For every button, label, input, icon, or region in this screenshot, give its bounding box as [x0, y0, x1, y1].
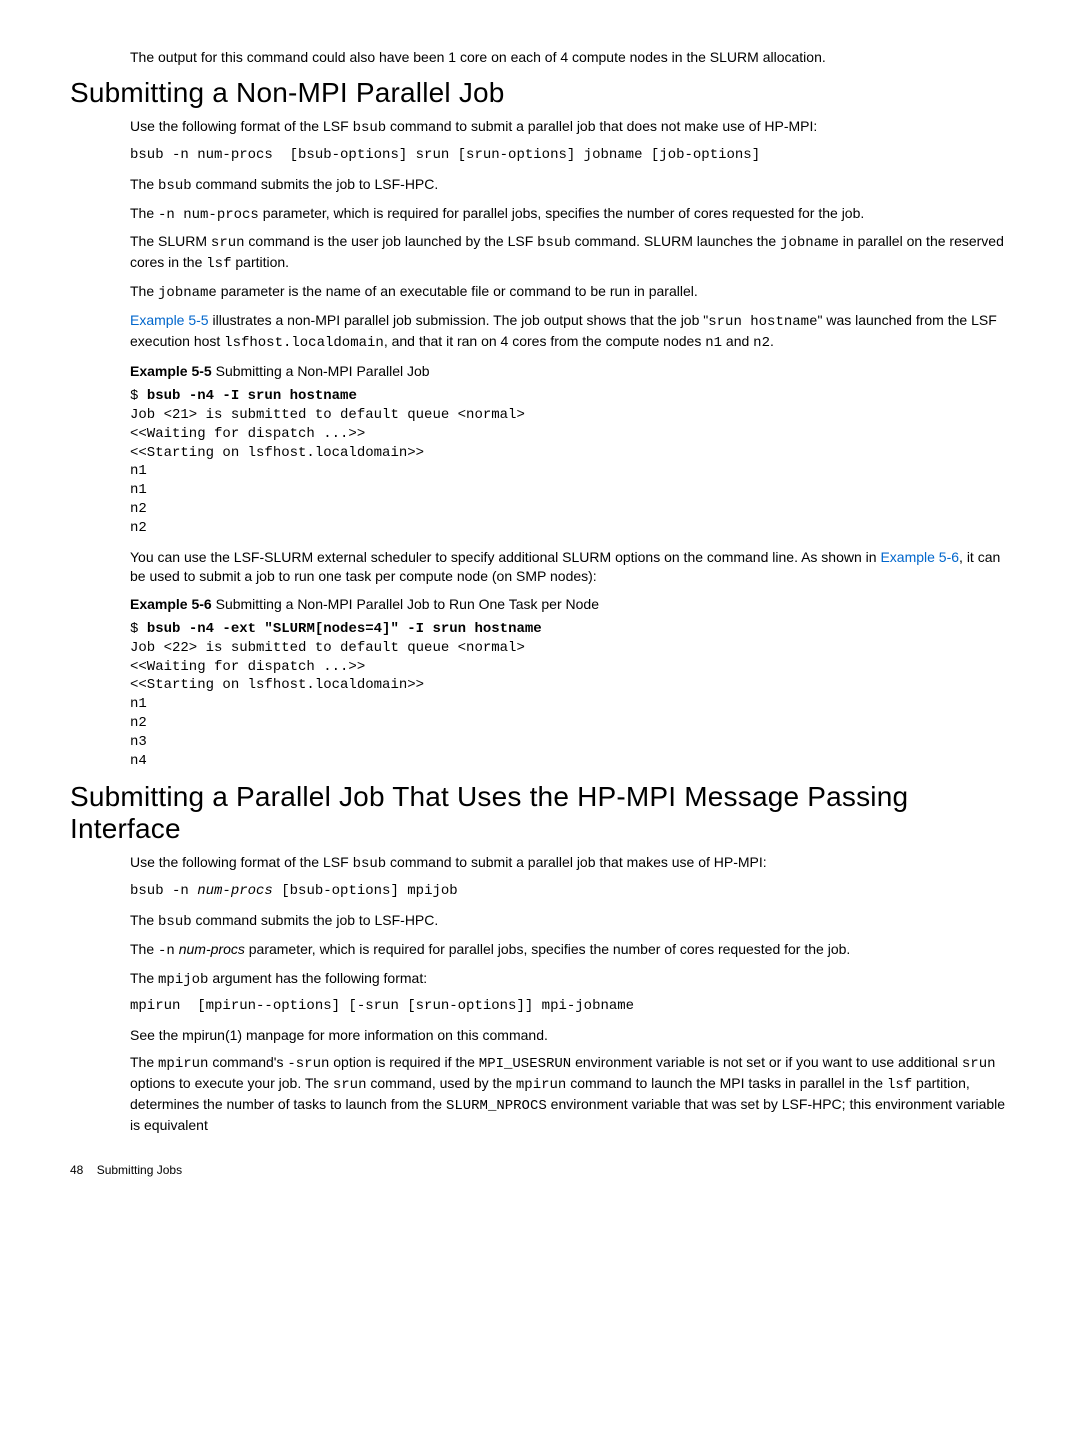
text: command, used by the: [366, 1075, 515, 1091]
page-footer: 48 Submitting Jobs: [70, 1163, 1010, 1177]
s2-p3: The -n num-procs parameter, which is req…: [130, 940, 1010, 961]
prompt: $: [130, 388, 147, 404]
cmd: bsub -n4 -ext "SLURM[nodes=4]" -I srun h…: [147, 621, 542, 637]
text: option is required if the: [329, 1054, 478, 1070]
inline-code: lsf: [206, 256, 231, 272]
inline-code: srun hostname: [708, 314, 817, 330]
inline-code: n1: [705, 335, 722, 351]
s1-cmd1: bsub -n num-procs [bsub-options] srun [s…: [130, 146, 1010, 165]
text: You can use the LSF-SLURM external sched…: [130, 549, 880, 565]
example-label: Example 5-5: [130, 363, 212, 379]
text: partition.: [231, 254, 289, 270]
s1-p6: Example 5-5 illustrates a non-MPI parall…: [130, 311, 1010, 353]
text: The: [130, 912, 158, 928]
inline-code: srun: [211, 235, 245, 251]
footer-label: Submitting Jobs: [97, 1163, 182, 1177]
section1-heading: Submitting a Non-MPI Parallel Job: [70, 77, 1010, 109]
text: .: [770, 333, 774, 349]
output: Job <22> is submitted to default queue <…: [130, 640, 525, 769]
cmd: bsub -n4 -I srun hostname: [147, 388, 357, 404]
text: command submits the job to LSF-HPC.: [192, 176, 439, 192]
text: , and that it ran on 4 cores from the co…: [384, 333, 705, 349]
text: The: [130, 176, 158, 192]
s2-p6: The mpirun command's -srun option is req…: [130, 1053, 1010, 1135]
intro-paragraph: The output for this command could also h…: [70, 48, 1010, 67]
param: num-procs: [179, 941, 245, 957]
example-desc: Submitting a Non-MPI Parallel Job: [212, 363, 430, 379]
text: argument has the following format:: [208, 970, 427, 986]
inline-code: bsub: [158, 178, 192, 194]
text: The: [130, 941, 158, 957]
text: command to submit a parallel job that do…: [386, 118, 817, 134]
text: illustrates a non-MPI parallel job submi…: [209, 312, 709, 328]
example-link-5-6[interactable]: Example 5-6: [880, 549, 959, 565]
text: and: [722, 333, 753, 349]
text: The: [130, 205, 158, 221]
inline-code: srun: [962, 1056, 996, 1072]
example-5-6-code: $ bsub -n4 -ext "SLURM[nodes=4]" -I srun…: [130, 620, 1010, 771]
inline-code: mpirun: [158, 1056, 208, 1072]
text: parameter, which is required for paralle…: [259, 205, 864, 221]
inline-code: lsfhost.localdomain: [224, 335, 384, 351]
example-5-5-title: Example 5-5 Submitting a Non-MPI Paralle…: [130, 363, 1010, 379]
inline-code: bsub: [353, 856, 387, 872]
s2-p4: The mpijob argument has the following fo…: [130, 969, 1010, 990]
example-link-5-5[interactable]: Example 5-5: [130, 312, 209, 328]
text: environment variable is not set or if yo…: [571, 1054, 962, 1070]
text: Use the following format of the LSF: [130, 854, 353, 870]
inline-code: srun: [333, 1077, 367, 1093]
s1-p5: The jobname parameter is the name of an …: [130, 282, 1010, 303]
text: The: [130, 283, 158, 299]
example-label: Example 5-6: [130, 596, 212, 612]
s1-p7: You can use the LSF-SLURM external sched…: [130, 548, 1010, 586]
inline-code: mpirun: [516, 1077, 566, 1093]
s1-p4: The SLURM srun command is the user job l…: [130, 232, 1010, 274]
s2-p5: See the mpirun(1) manpage for more infor…: [130, 1026, 1010, 1045]
example-5-6-title: Example 5-6 Submitting a Non-MPI Paralle…: [130, 596, 1010, 612]
text: Use the following format of the LSF: [130, 118, 353, 134]
s1-p1: Use the following format of the LSF bsub…: [130, 117, 1010, 138]
text: command. SLURM launches the: [571, 233, 780, 249]
text: command to launch the MPI tasks in paral…: [566, 1075, 887, 1091]
example-5-5-code: $ bsub -n4 -I srun hostname Job <21> is …: [130, 387, 1010, 538]
s2-cmd1: bsub -n num-procs [bsub-options] mpijob: [130, 882, 1010, 901]
s2-cmd2: mpirun [mpirun--options] [-srun [srun-op…: [130, 997, 1010, 1016]
s1-p2: The bsub command submits the job to LSF-…: [130, 175, 1010, 196]
text: The SLURM: [130, 233, 211, 249]
section2-heading: Submitting a Parallel Job That Uses the …: [70, 781, 1010, 845]
text: parameter, which is required for paralle…: [245, 941, 850, 957]
text: bsub -n: [130, 883, 197, 899]
text: command's: [208, 1054, 287, 1070]
inline-code: bsub: [158, 914, 192, 930]
inline-code: mpijob: [158, 972, 208, 988]
inline-code: SLURM_NPROCS: [446, 1098, 547, 1114]
inline-code: MPI_USESRUN: [479, 1056, 571, 1072]
example-desc: Submitting a Non-MPI Parallel Job to Run…: [212, 596, 599, 612]
prompt: $: [130, 621, 147, 637]
inline-code: jobname: [780, 235, 839, 251]
text: [bsub-options] mpijob: [273, 883, 458, 899]
inline-code: bsub: [537, 235, 571, 251]
text: command is the user job launched by the …: [245, 233, 538, 249]
text: parameter is the name of an executable f…: [217, 283, 698, 299]
page-number: 48: [70, 1163, 83, 1177]
s2-p1: Use the following format of the LSF bsub…: [130, 853, 1010, 874]
inline-code: bsub: [353, 120, 387, 136]
inline-code: jobname: [158, 285, 217, 301]
inline-code: lsf: [887, 1077, 912, 1093]
inline-code: n2: [753, 335, 770, 351]
text: The: [130, 1054, 158, 1070]
text: The: [130, 970, 158, 986]
inline-code: -n: [158, 943, 175, 959]
text: command submits the job to LSF-HPC.: [192, 912, 439, 928]
text: command to submit a parallel job that ma…: [386, 854, 767, 870]
inline-code: -n num-procs: [158, 207, 259, 223]
output: Job <21> is submitted to default queue <…: [130, 407, 525, 536]
text: options to execute your job. The: [130, 1075, 333, 1091]
param: num-procs: [197, 883, 273, 899]
inline-code: -srun: [287, 1056, 329, 1072]
s1-p3: The -n num-procs parameter, which is req…: [130, 204, 1010, 225]
s2-p2: The bsub command submits the job to LSF-…: [130, 911, 1010, 932]
